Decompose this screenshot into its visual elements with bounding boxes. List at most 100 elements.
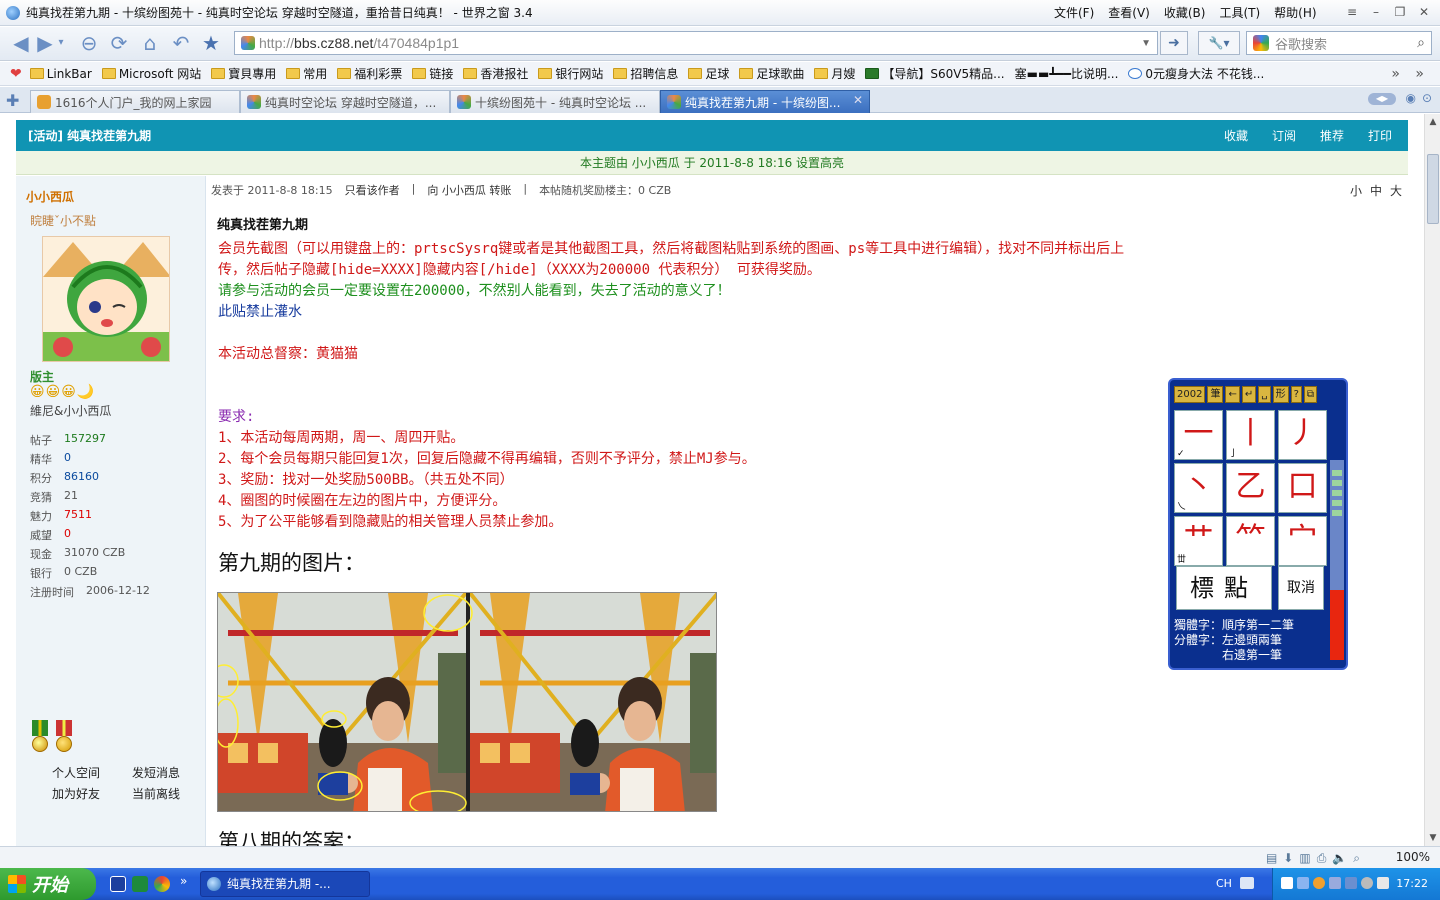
language-indicator[interactable]: CH <box>1216 877 1232 890</box>
tray-app-icon[interactable] <box>1345 877 1357 889</box>
bookmark-item[interactable]: 塞▬▬┻━━比说明... <box>1015 65 1119 82</box>
tab-picture-board[interactable]: 十缤纷图苑十 - 纯真时空论坛 ... <box>450 90 660 113</box>
ime-stroke-mode-button[interactable]: 筆 <box>1207 386 1224 403</box>
ime-space-icon[interactable]: ␣ <box>1258 386 1271 403</box>
new-tab-icon[interactable]: ✚ <box>6 91 19 110</box>
bookmarks-more-icon[interactable]: » <box>1415 66 1424 82</box>
back-arrow-icon[interactable]: ◀ <box>8 30 34 56</box>
favorite-star-icon[interactable]: ★ <box>198 30 224 56</box>
add-friend-link[interactable]: 加为好友 <box>52 785 132 802</box>
menu-favorites[interactable]: 收藏(B) <box>1164 4 1206 21</box>
go-button[interactable]: ➜ <box>1160 31 1188 55</box>
ime-cancel-button[interactable]: 取消 <box>1278 566 1324 610</box>
ime-page-arrows-icon[interactable] <box>1330 590 1344 660</box>
menu-view[interactable]: 查看(V) <box>1108 4 1150 21</box>
network-icon[interactable] <box>1297 877 1309 889</box>
refresh-icon[interactable]: ⟳ <box>106 30 132 56</box>
bookmark-item[interactable]: 0元瘦身大法 不花钱... <box>1128 65 1264 82</box>
favorite-link[interactable]: 收藏 <box>1224 127 1248 144</box>
ime-help-icon[interactable]: ? <box>1290 386 1302 403</box>
scroll-down-icon[interactable]: ▼ <box>1425 830 1440 846</box>
chrome-icon[interactable] <box>154 876 170 892</box>
security-shield-icon[interactable] <box>1377 877 1389 889</box>
tab-menu-icon[interactable]: ⊙ <box>1422 91 1432 105</box>
recommend-link[interactable]: 推荐 <box>1320 127 1344 144</box>
bookmarks-overflow-icon[interactable]: » <box>1391 66 1400 82</box>
bookmark-item[interactable]: 【导航】S60V5精品... <box>865 65 1005 82</box>
scroll-thumb[interactable] <box>1427 154 1439 224</box>
stroke-key[interactable]: ⺮ <box>1226 516 1275 566</box>
minimize-button[interactable]: – <box>1368 4 1384 20</box>
stroke-key[interactable]: 宀 <box>1278 516 1327 566</box>
bookmark-item[interactable]: LinkBar <box>29 67 92 81</box>
tab-cz88-forum[interactable]: 纯真时空论坛 穿越时空隧道，... <box>240 90 450 113</box>
tray-app-icon[interactable] <box>1281 877 1293 889</box>
personal-space-link[interactable]: 个人空间 <box>52 764 132 781</box>
quicklaunch-app-icon[interactable] <box>110 876 126 892</box>
bookmark-item[interactable]: 寶貝專用 <box>211 65 276 82</box>
bookmark-item[interactable]: Microsoft 网站 <box>101 65 201 82</box>
tab-scroll-icon[interactable]: ◀▶ <box>1368 93 1396 105</box>
bookmark-item[interactable]: 香港报社 <box>463 65 528 82</box>
tray-app-icon[interactable] <box>1329 877 1341 889</box>
send-message-link[interactable]: 发短消息 <box>132 764 212 781</box>
favorites-heart-icon[interactable]: ❤ <box>10 66 22 82</box>
page-scrollbar[interactable]: ▲ ▼ <box>1424 114 1440 846</box>
menu-file[interactable]: 文件(F) <box>1054 4 1094 21</box>
bookmark-item[interactable]: 月嫂 <box>814 65 855 82</box>
bookmark-item[interactable]: 链接 <box>412 65 453 82</box>
keyboard-icon[interactable] <box>1240 877 1254 889</box>
stroke-key[interactable]: 乙 <box>1226 463 1275 513</box>
stroke-key[interactable]: 丨亅 <box>1226 410 1275 460</box>
ime-scrollbar[interactable] <box>1330 460 1344 660</box>
zoom-level[interactable]: 100% <box>1396 850 1430 864</box>
zoom-icon[interactable]: ⌕ <box>1353 851 1360 866</box>
ime-enter-icon[interactable]: ↵ <box>1241 386 1257 403</box>
stroke-key[interactable]: 丶乀 <box>1174 463 1223 513</box>
stroke-key[interactable]: 丿 <box>1278 410 1327 460</box>
bookmark-item[interactable]: 银行网站 <box>538 65 603 82</box>
font-large-link[interactable]: 大 <box>1390 182 1402 199</box>
print-icon[interactable]: ⎙ <box>1317 851 1327 866</box>
address-bar[interactable]: http://bbs.cz88.net/t470484p1p1 ▼ <box>234 31 1158 55</box>
tab-1616-portal[interactable]: 1616个人门户_我的网上家园 <box>30 90 240 113</box>
bookmark-item[interactable]: 常用 <box>286 65 327 82</box>
excel-icon[interactable] <box>132 876 148 892</box>
menu-tools[interactable]: 工具(T) <box>1219 4 1260 21</box>
author-name[interactable]: 小小西瓜 <box>26 188 74 205</box>
bookmark-item[interactable]: 足球 <box>688 65 729 82</box>
stop-icon[interactable]: ⊖ <box>76 30 102 56</box>
tray-app-icon[interactable] <box>1313 877 1325 889</box>
scroll-up-icon[interactable]: ▲ <box>1425 114 1440 130</box>
menu-help[interactable]: 帮助(H) <box>1274 4 1316 21</box>
close-tab-icon[interactable]: ✕ <box>853 93 863 107</box>
tools-wrench-icon[interactable]: 🔧▾ <box>1198 31 1240 55</box>
menu-lines-icon[interactable]: ≡ <box>1344 4 1360 20</box>
page-info-icon[interactable]: ▤ <box>1266 851 1277 866</box>
print-link[interactable]: 打印 <box>1368 127 1392 144</box>
address-dropdown-icon[interactable]: ▼ <box>1141 38 1151 49</box>
ime-stroke-input-panel[interactable]: 2002 筆 ← ↵ ␣ 形 ? ⧉ 一 ✓ 丨亅 丿 丶乀 乙 口 艹丗 ⺮ 宀… <box>1168 378 1348 670</box>
bookmark-item[interactable]: 足球歌曲 <box>739 65 804 82</box>
tab-list-icon[interactable]: ◉ <box>1406 91 1416 105</box>
ime-window-icon[interactable]: ⧉ <box>1303 386 1318 403</box>
stroke-key[interactable]: 一 ✓ <box>1174 410 1223 460</box>
ime-version-button[interactable]: 2002 <box>1174 386 1206 403</box>
taskbar-window-button[interactable]: 纯真找茬第九期 -... <box>200 871 370 897</box>
search-box[interactable]: 谷歌搜索 ⌕ <box>1246 31 1432 55</box>
undo-close-icon[interactable]: ↶ <box>168 30 194 56</box>
tray-app-icon[interactable] <box>1361 877 1373 889</box>
bookmark-item[interactable]: 招聘信息 <box>613 65 678 82</box>
ime-backspace-icon[interactable]: ← <box>1225 386 1240 403</box>
sidebar-icon[interactable]: ▥ <box>1299 851 1310 866</box>
home-icon[interactable]: ⌂ <box>137 30 163 56</box>
history-dropdown-icon[interactable]: ▾ <box>54 30 68 56</box>
stroke-key[interactable]: 艹丗 <box>1174 516 1223 566</box>
bookmark-item[interactable]: 福利彩票 <box>337 65 402 82</box>
punctuation-button[interactable]: 標點 <box>1176 566 1272 610</box>
font-small-link[interactable]: 小 <box>1350 182 1362 199</box>
subscribe-link[interactable]: 订阅 <box>1272 127 1296 144</box>
stroke-key[interactable]: 口 <box>1278 463 1327 513</box>
download-icon[interactable]: ⬇ <box>1283 851 1293 866</box>
tab-current-thread[interactable]: 纯真找茬第九期 - 十缤纷图... ✕ <box>660 90 870 113</box>
